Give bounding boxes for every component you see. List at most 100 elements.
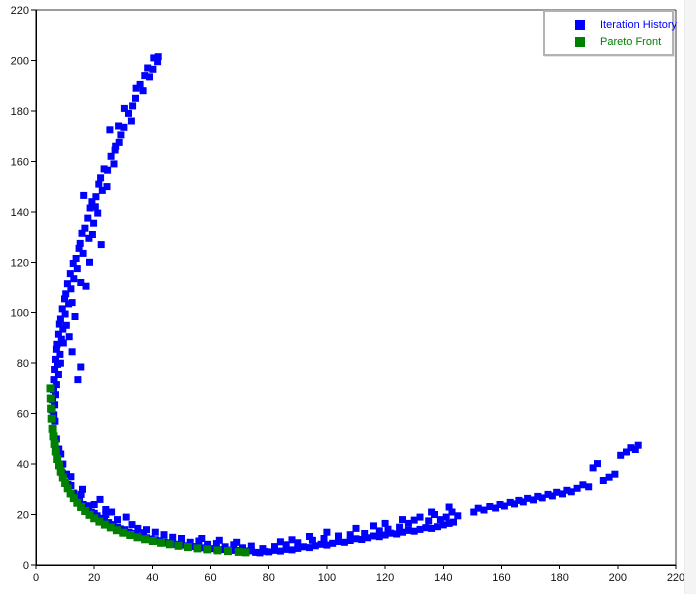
data-point-iteration-history — [178, 535, 185, 542]
data-point-iteration-history — [114, 516, 121, 523]
data-point-iteration-history — [57, 360, 64, 367]
y-tick-label: 60 — [17, 409, 29, 421]
data-point-iteration-history — [321, 535, 328, 542]
data-point-iteration-history — [80, 192, 87, 199]
data-point-iteration-history — [198, 535, 205, 542]
data-point-iteration-history — [611, 471, 618, 478]
data-point-iteration-history — [111, 160, 118, 167]
chart-legend: Iteration History Pareto Front — [543, 10, 674, 56]
data-point-iteration-history — [69, 348, 76, 355]
data-point-iteration-history — [106, 126, 113, 133]
y-tick-label: 120 — [11, 257, 29, 269]
data-point-iteration-history — [425, 517, 432, 524]
data-point-iteration-history — [152, 529, 159, 536]
data-point-iteration-history — [101, 165, 108, 172]
data-point-iteration-history — [594, 460, 601, 467]
data-point-iteration-history — [259, 545, 266, 552]
data-point-pareto-front — [52, 448, 60, 456]
plot-area: 0204060801001201401601802002200204060801… — [0, 0, 696, 594]
data-point-iteration-history — [143, 526, 150, 533]
data-point-iteration-history — [70, 275, 77, 282]
data-point-pareto-front — [47, 395, 55, 403]
data-point-pareto-front — [214, 546, 222, 554]
data-point-pareto-front — [126, 531, 134, 539]
data-point-pareto-front — [51, 440, 59, 448]
data-point-iteration-history — [134, 525, 141, 532]
legend-label: Iteration History — [600, 19, 677, 31]
data-point-pareto-front — [48, 415, 56, 423]
data-point-iteration-history — [370, 522, 377, 529]
data-point-iteration-history — [454, 512, 461, 519]
data-point-iteration-history — [133, 85, 140, 92]
data-point-iteration-history — [399, 516, 406, 523]
y-tick-label: 40 — [17, 459, 29, 471]
x-tick-label: 160 — [492, 572, 510, 584]
data-point-iteration-history — [95, 181, 102, 188]
data-point-iteration-history — [361, 530, 368, 537]
data-point-iteration-history — [411, 517, 418, 524]
data-point-iteration-history — [79, 230, 86, 237]
data-point-iteration-history — [90, 220, 97, 227]
data-point-iteration-history — [233, 539, 240, 546]
data-point-iteration-history — [94, 210, 101, 217]
window-edge-strip — [684, 0, 696, 594]
data-point-iteration-history — [63, 322, 70, 329]
data-point-iteration-history — [347, 531, 354, 538]
data-point-pareto-front — [119, 529, 127, 537]
data-point-pareto-front — [157, 539, 165, 547]
data-point-iteration-history — [77, 364, 84, 371]
data-point-iteration-history — [115, 123, 122, 130]
data-point-iteration-history — [216, 537, 223, 544]
legend-item-iteration-history: Iteration History — [545, 18, 672, 32]
data-point-iteration-history — [129, 102, 136, 109]
y-tick-label: 80 — [17, 358, 29, 370]
y-tick-label: 200 — [11, 55, 29, 67]
data-point-iteration-history — [428, 509, 435, 516]
data-point-iteration-history — [104, 183, 111, 190]
y-tick-label: 0 — [23, 560, 29, 572]
data-point-pareto-front — [47, 405, 55, 413]
legend-label: Pareto Front — [600, 36, 661, 48]
data-point-iteration-history — [74, 376, 81, 383]
data-point-iteration-history — [323, 529, 330, 536]
data-point-iteration-history — [117, 131, 124, 138]
data-point-iteration-history — [382, 520, 389, 527]
data-point-iteration-history — [98, 241, 105, 248]
data-point-iteration-history — [79, 486, 86, 493]
data-point-pareto-front — [149, 537, 157, 545]
data-point-iteration-history — [86, 259, 93, 266]
y-tick-label: 140 — [11, 207, 29, 219]
data-point-iteration-history — [121, 105, 128, 112]
data-point-iteration-history — [77, 279, 84, 286]
data-point-iteration-history — [450, 519, 457, 526]
data-point-iteration-history — [72, 313, 79, 320]
data-point-pareto-front — [50, 432, 58, 440]
data-point-iteration-history — [277, 538, 284, 545]
pareto-front-marker-icon — [575, 37, 585, 47]
y-tick-label: 20 — [17, 510, 29, 522]
data-point-iteration-history — [74, 265, 81, 272]
x-tick-label: 80 — [263, 572, 275, 584]
x-tick-label: 60 — [204, 572, 216, 584]
x-tick-label: 200 — [609, 572, 627, 584]
data-point-pareto-front — [166, 540, 174, 548]
y-tick-label: 160 — [11, 156, 29, 168]
data-point-pareto-front — [47, 384, 55, 392]
y-tick-label: 180 — [11, 106, 29, 118]
data-point-iteration-history — [89, 231, 96, 238]
data-point-iteration-history — [123, 514, 130, 521]
legend-item-pareto-front: Pareto Front — [545, 35, 672, 49]
scatter-chart-panel: 0204060801001201401601802002200204060801… — [0, 0, 684, 594]
y-tick-label: 100 — [11, 308, 29, 320]
data-point-iteration-history — [155, 53, 162, 60]
x-tick-label: 180 — [550, 572, 568, 584]
data-point-pareto-front — [203, 545, 211, 553]
x-tick-label: 100 — [318, 572, 336, 584]
data-point-pareto-front — [141, 535, 149, 543]
data-point-iteration-history — [169, 534, 176, 541]
data-point-iteration-history — [108, 153, 115, 160]
y-tick-label: 220 — [11, 5, 29, 17]
data-point-pareto-front — [175, 542, 183, 550]
x-tick-label: 0 — [33, 572, 39, 584]
data-point-iteration-history — [108, 509, 115, 516]
